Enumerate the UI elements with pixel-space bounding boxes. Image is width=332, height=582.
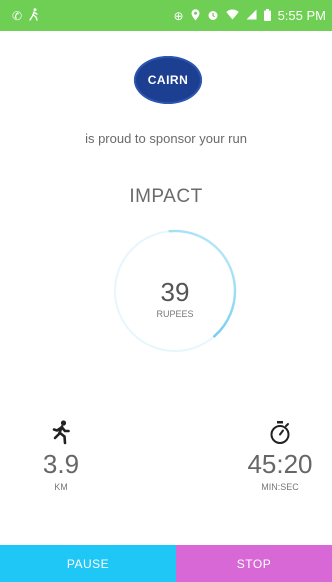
alarm-icon <box>207 9 219 23</box>
status-right-icons: ⊕ 5:55 PM <box>174 8 326 23</box>
running-icon <box>29 8 39 23</box>
distance-value: 3.9 <box>42 449 80 479</box>
status-time: 5:55 PM <box>277 8 326 23</box>
status-left-icons: ✆ <box>12 8 39 23</box>
impact-unit: RUPEES <box>156 309 194 319</box>
status-bar: ✆ ⊕ 5:55 PM <box>0 0 332 31</box>
cairn-logo: CAIRN <box>134 56 202 104</box>
wifi-icon <box>225 9 239 22</box>
duration-stat: 45:20 MIN:SEC <box>238 420 322 492</box>
location-icon <box>191 8 200 23</box>
pause-button[interactable]: PAUSE <box>0 545 176 582</box>
battery-icon <box>263 8 271 23</box>
distance-stat: 3.9 KM <box>26 420 96 492</box>
impact-heading: IMPACT <box>129 186 203 207</box>
sponsor-text: is proud to sponsor your run <box>85 131 247 146</box>
add-circle-icon: ⊕ <box>173 8 184 23</box>
impact-value: 39 <box>160 277 190 307</box>
logo-text: CAIRN <box>147 73 189 87</box>
distance-unit: KM <box>54 482 68 492</box>
runner-icon <box>26 420 96 451</box>
stop-button[interactable]: STOP <box>176 545 332 582</box>
phone-icon: ✆ <box>12 8 23 23</box>
duration-unit: MIN:SEC <box>261 482 299 492</box>
duration-value: 45:20 <box>247 449 313 479</box>
stopwatch-icon <box>238 420 322 451</box>
signal-icon <box>246 9 257 22</box>
